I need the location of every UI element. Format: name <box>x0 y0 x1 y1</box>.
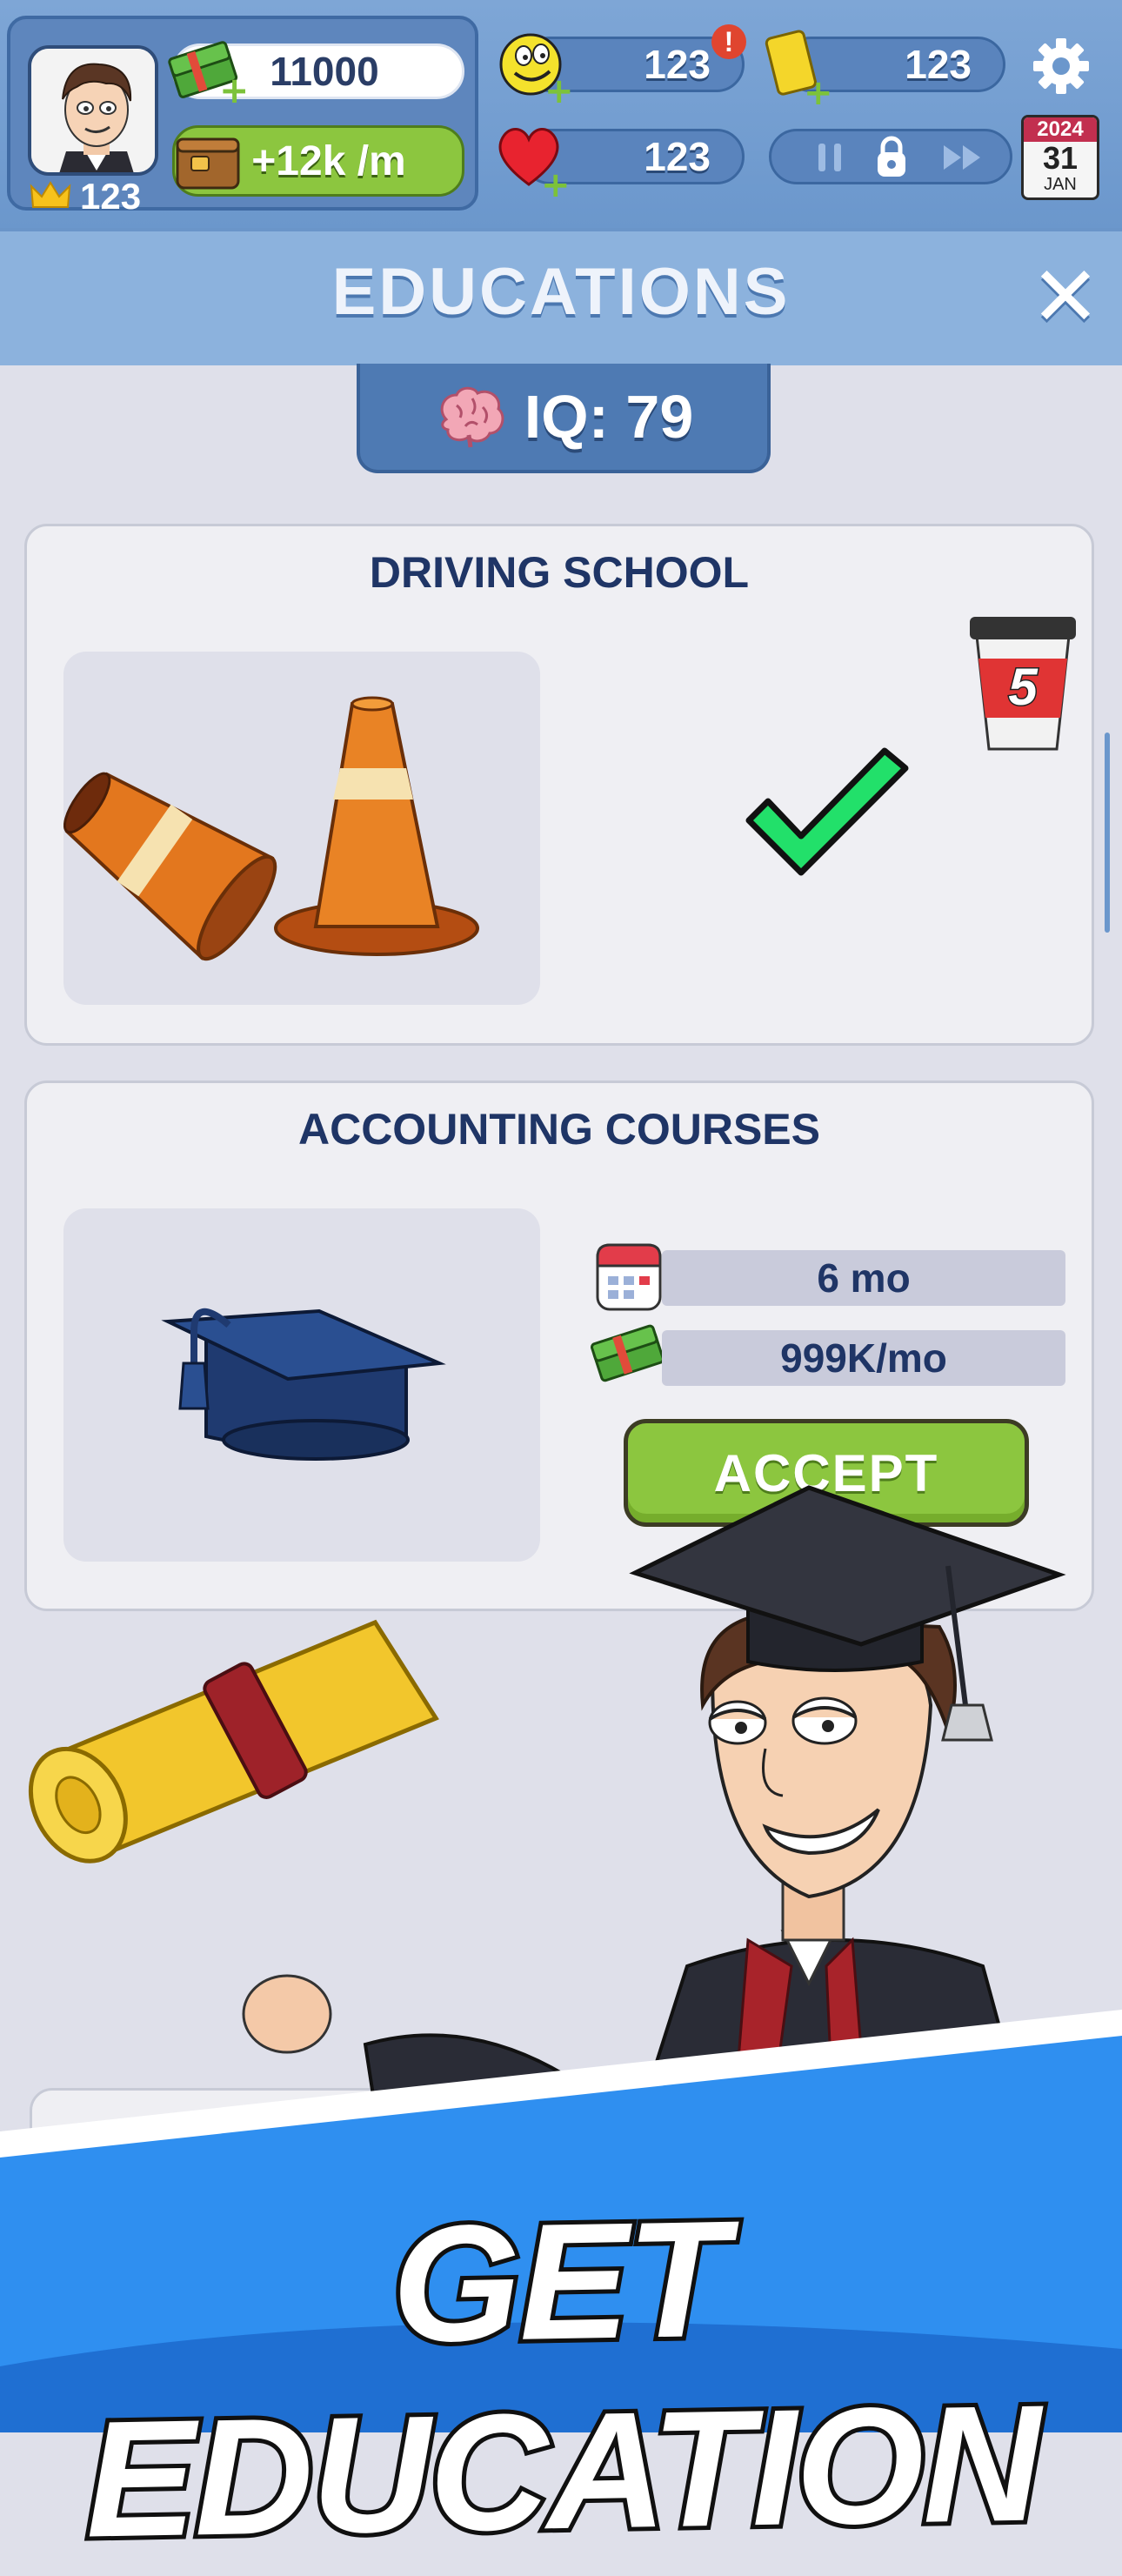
completed-checkmark-icon <box>745 747 909 876</box>
card-icon[interactable]: + <box>760 26 833 106</box>
iq-value: IQ: 79 <box>524 383 694 451</box>
coffee-badge-number: 5 <box>1007 657 1039 718</box>
alert-badge: ! <box>711 24 746 59</box>
close-button[interactable]: ✕ <box>1026 255 1105 338</box>
course-title: DRIVING SCHOOL <box>369 548 750 597</box>
player-avatar[interactable] <box>28 45 158 176</box>
promo-headline: GET EDUCATION <box>79 2183 1045 2576</box>
pause-icon[interactable] <box>813 140 848 175</box>
educations-header: EDUCATIONS ✕ <box>0 228 1122 365</box>
svg-text:+: + <box>219 69 245 106</box>
calendar-small-icon <box>596 1243 662 1311</box>
brain-icon <box>440 386 504 448</box>
wallet-icon <box>176 137 240 190</box>
settings-icon[interactable] <box>1030 35 1092 97</box>
calendar-day: 31 <box>1042 140 1079 176</box>
scrollbar[interactable] <box>1105 733 1110 933</box>
smiley-icon[interactable]: + <box>496 30 574 104</box>
income-value: +12k /m <box>251 137 406 184</box>
calendar-year: 2024 <box>1024 117 1097 142</box>
cash-small-icon <box>590 1324 665 1382</box>
health-value: 123 <box>644 134 711 179</box>
traffic-cones-icon <box>63 696 479 961</box>
iq-tab: IQ: 79 <box>357 364 771 473</box>
time-controls <box>769 129 1012 184</box>
svg-text:+: + <box>544 71 574 104</box>
crown-icon <box>30 181 71 208</box>
course-title: ACCOUNTING COURSES <box>297 1105 821 1154</box>
calendar-icon[interactable]: 2024 31 JAN <box>1021 115 1099 200</box>
course-duration: 6 mo <box>662 1250 1065 1306</box>
course-card-driving-school: DRIVING SCHOOL 5 <box>24 524 1094 1046</box>
cash-value: 11000 <box>270 49 379 94</box>
course-cost: 999K/mo <box>662 1330 1065 1386</box>
cards-value: 123 <box>905 42 972 87</box>
happiness-value: 123 <box>644 42 711 87</box>
page-title: EDUCATIONS <box>331 255 791 329</box>
fast-forward-icon[interactable] <box>940 142 985 173</box>
cash-icon[interactable]: + <box>167 37 245 106</box>
profile-panel: 123 11000 + +12k /m <box>7 16 478 217</box>
top-hud: 123 11000 + +12k /m 123 + ! 123 + 123 + … <box>0 0 1122 228</box>
lock-icon[interactable] <box>872 133 911 180</box>
alert-badge-text: ! <box>724 26 734 57</box>
svg-text:+: + <box>804 73 833 106</box>
coffee-cup-badge: 5 <box>966 610 1079 754</box>
calendar-month: JAN <box>1044 175 1077 194</box>
svg-text:+: + <box>541 165 571 198</box>
heart-icon[interactable]: + <box>494 118 572 198</box>
course-thumbnail <box>63 652 540 1005</box>
player-level: 123 <box>80 176 142 217</box>
